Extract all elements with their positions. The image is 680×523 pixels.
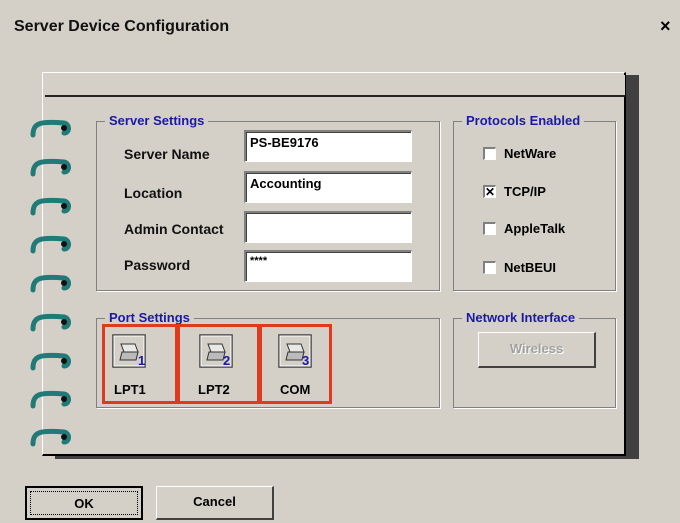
admin-contact-label: Admin Contact [124, 221, 224, 237]
server-settings-title: Server Settings [105, 113, 209, 128]
tcpip-label: TCP/IP [504, 184, 546, 199]
serial-port-icon: 3 [278, 334, 312, 368]
port-settings-title: Port Settings [105, 310, 194, 325]
title-bar: Server Device Configuration × [0, 0, 680, 60]
netbeui-label: NetBEUI [504, 260, 557, 275]
server-name-label: Server Name [124, 146, 210, 162]
netware-checkbox[interactable] [483, 147, 496, 160]
tcpip-checkbox-row[interactable]: ✕ TCP/IP [483, 184, 546, 199]
ok-button[interactable]: OK [25, 486, 143, 520]
appletalk-checkbox-row[interactable]: AppleTalk [483, 221, 565, 236]
spiral-ring-icon [30, 197, 71, 216]
spiral-ring-icon [30, 158, 71, 177]
tcpip-checkbox[interactable]: ✕ [483, 185, 496, 198]
spiral-ring-icon [30, 313, 71, 332]
spiral-ring-icon [30, 352, 71, 371]
cancel-button[interactable]: Cancel [156, 486, 274, 520]
printer-port-icon: 2 [199, 334, 233, 368]
netware-label: NetWare [504, 146, 557, 161]
spiral-ring-icon [30, 235, 71, 254]
location-label: Location [124, 185, 183, 201]
admin-contact-field[interactable] [244, 211, 412, 243]
appletalk-checkbox[interactable] [483, 222, 496, 235]
netbeui-checkbox[interactable] [483, 261, 496, 274]
appletalk-label: AppleTalk [504, 221, 566, 236]
printer-port-icon: 1 [112, 334, 146, 368]
wireless-button[interactable]: Wireless [478, 332, 596, 368]
svg-text:3: 3 [302, 353, 309, 368]
protocols-title: Protocols Enabled [462, 113, 585, 128]
ok-button-label: OK [30, 491, 138, 515]
password-field[interactable]: **** [244, 250, 412, 282]
svg-text:2: 2 [223, 353, 230, 368]
server-name-field[interactable]: PS-BE9176 [244, 130, 412, 162]
port-lpt1-label: LPT1 [114, 382, 146, 397]
network-interface-title: Network Interface [462, 310, 580, 325]
close-button[interactable]: × [660, 16, 671, 37]
port-lpt2-label: LPT2 [198, 382, 230, 397]
cancel-button-label: Cancel [193, 494, 236, 509]
spiral-ring-icon [30, 390, 71, 409]
notebook-header-strip [45, 75, 625, 97]
spiral-ring-icon [30, 428, 71, 447]
netware-checkbox-row[interactable]: NetWare [483, 146, 556, 161]
spiral-ring-icon [30, 274, 71, 293]
svg-text:1: 1 [138, 353, 145, 368]
window-title: Server Device Configuration [14, 18, 230, 35]
port-com-label: COM [280, 382, 311, 397]
wireless-button-label: Wireless [509, 341, 564, 356]
spiral-ring-icon [30, 119, 71, 138]
location-field[interactable]: Accounting [244, 171, 412, 203]
password-label: Password [124, 257, 191, 273]
netbeui-checkbox-row[interactable]: NetBEUI [483, 260, 556, 275]
